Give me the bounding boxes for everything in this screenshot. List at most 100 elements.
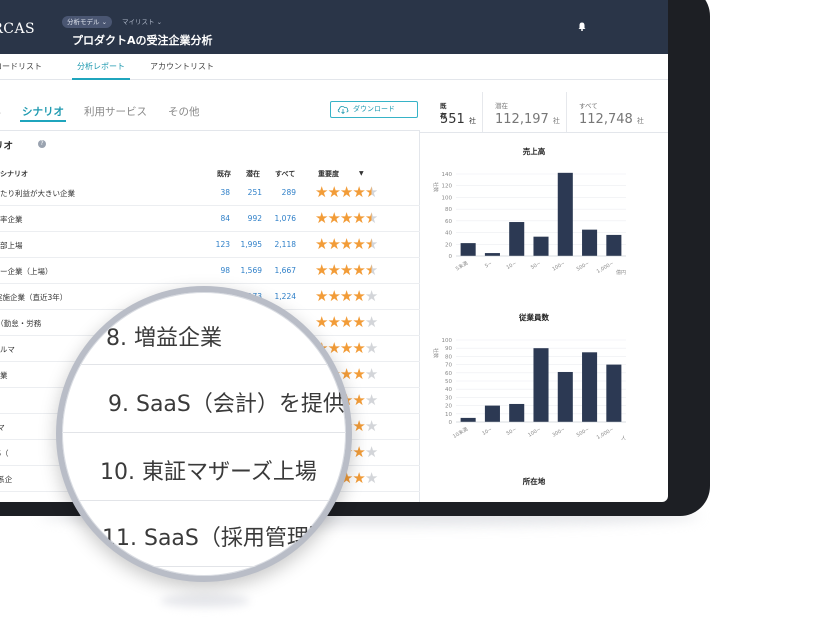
bar bbox=[533, 348, 549, 422]
lens-line: 9. SaaS（会計）を提供 bbox=[108, 392, 345, 417]
bar bbox=[484, 253, 500, 256]
count-all[interactable]: 2,118 bbox=[266, 240, 296, 249]
chart-title: 売上高 bbox=[522, 147, 546, 156]
bar bbox=[484, 405, 500, 422]
count-existing[interactable]: 84 bbox=[200, 214, 230, 223]
star-icon: ★ bbox=[352, 183, 365, 201]
lens-line: 10. 東証マザーズ上場 bbox=[100, 460, 317, 485]
cloud-download-icon bbox=[337, 106, 349, 114]
y-tick-label: 60 bbox=[445, 371, 452, 377]
x-tick-label: 5未満 bbox=[454, 260, 469, 273]
table-row[interactable]: 3. 東証一部上場1231,9952,118★★★★★ bbox=[0, 232, 420, 258]
subtab-industry[interactable]: 業界 bbox=[0, 104, 1, 119]
bar bbox=[509, 222, 525, 256]
stat-potential: 潜在 112,197 社 bbox=[482, 92, 566, 132]
column-header-all[interactable]: すべて bbox=[275, 169, 295, 179]
bar bbox=[582, 229, 598, 256]
tab-upload-list[interactable]: アップロードリスト bbox=[0, 61, 42, 72]
scenario-name: 12. 外資系企 bbox=[0, 475, 13, 484]
y-tick-label: 100 bbox=[442, 195, 453, 201]
x-axis-label: 億円 bbox=[616, 269, 626, 276]
bar bbox=[460, 417, 476, 422]
lens-divider bbox=[62, 364, 346, 365]
column-header-existing[interactable]: 既存 bbox=[217, 169, 231, 179]
column-header-importance[interactable]: 重要度 bbox=[318, 169, 339, 179]
importance-rating: ★★★★★ bbox=[315, 313, 378, 331]
column-header-potential[interactable]: 潜在 bbox=[246, 169, 260, 179]
star-icon: ★ bbox=[327, 287, 340, 305]
y-tick-label: 20 bbox=[445, 242, 452, 248]
x-tick-label: 100~ bbox=[551, 261, 566, 273]
count-potential[interactable]: 992 bbox=[232, 214, 262, 223]
analysis-model-dropdown[interactable]: 分析モデル ⌄ bbox=[62, 16, 113, 28]
count-all[interactable]: 1,076 bbox=[266, 214, 296, 223]
star-icon: ★ bbox=[364, 183, 378, 201]
x-tick-label: 10未満 bbox=[451, 426, 469, 440]
count-potential[interactable]: 251 bbox=[232, 188, 262, 197]
stat-value: 112,748 社 bbox=[579, 112, 644, 127]
star-icon: ★ bbox=[364, 443, 378, 461]
stat-label: すべて bbox=[579, 102, 598, 110]
mylist-dropdown[interactable]: マイリスト ⌄ bbox=[122, 16, 162, 28]
revenue-chart: 売上高 0 20 40 60 80 100 120 140 社数 5未満 5~ 10~ 50~ 100~ 5… bbox=[426, 146, 646, 296]
scenario-name: 3. 東証一部上場 bbox=[0, 241, 23, 250]
app-header: FORCAS 分析モデル ⌄ マイリスト ⌄ プロダクトAの受注企業分析 bbox=[0, 0, 668, 54]
table-row[interactable]: 4. オーナー企業（上場）981,5691,667★★★★★ bbox=[0, 258, 420, 284]
count-all[interactable]: 1,667 bbox=[266, 266, 296, 275]
stat-label: 潜在 bbox=[495, 102, 508, 110]
star-icon: ★ bbox=[339, 209, 353, 227]
y-tick-label: 100 bbox=[442, 338, 453, 344]
x-tick-label: 500~ bbox=[576, 427, 591, 439]
y-tick-label: 120 bbox=[442, 184, 453, 190]
table-row[interactable]: 2. 高利益率企業849921,076★★★★★ bbox=[0, 206, 420, 232]
y-tick-label: 10 bbox=[445, 412, 452, 418]
count-existing[interactable]: 98 bbox=[200, 266, 230, 275]
bar bbox=[557, 172, 573, 256]
help-icon[interactable]: ? bbox=[38, 140, 46, 148]
y-tick-label: 140 bbox=[442, 172, 453, 178]
star-icon: ★ bbox=[315, 235, 328, 253]
star-icon: ★ bbox=[352, 443, 365, 461]
scenario-name: 11. SaaS（ bbox=[0, 449, 9, 458]
y-tick-label: 40 bbox=[445, 231, 452, 237]
star-icon: ★ bbox=[364, 417, 378, 435]
company-stats: 既存 551 社 潜在 112,197 社 すべて 112,748 社 bbox=[420, 92, 668, 132]
importance-rating: ★★★★★ bbox=[315, 183, 378, 201]
importance-rating: ★★★★★ bbox=[315, 261, 378, 279]
star-icon: ★ bbox=[315, 287, 328, 305]
tab-analysis-report[interactable]: 分析レポート bbox=[77, 61, 125, 72]
main-nav: アップロードリスト 分析レポート アカウントリスト bbox=[0, 54, 668, 80]
bell-icon[interactable] bbox=[578, 22, 586, 31]
star-icon: ★ bbox=[327, 209, 340, 227]
y-tick-label: 90 bbox=[445, 346, 452, 352]
subtab-other[interactable]: その他 bbox=[168, 104, 200, 119]
tab-account-list[interactable]: アカウントリスト bbox=[150, 61, 214, 72]
sort-desc-icon[interactable]: ▼ bbox=[359, 170, 364, 177]
count-existing[interactable]: 123 bbox=[200, 240, 230, 249]
star-icon: ★ bbox=[327, 235, 340, 253]
star-icon: ★ bbox=[327, 183, 340, 201]
y-tick-label: 0 bbox=[449, 420, 453, 426]
count-potential[interactable]: 1,995 bbox=[232, 240, 262, 249]
star-icon: ★ bbox=[364, 287, 378, 305]
subtab-scenario[interactable]: シナリオ bbox=[22, 104, 64, 119]
star-icon: ★ bbox=[364, 235, 378, 253]
active-subtab-indicator bbox=[20, 120, 66, 122]
count-all[interactable]: 1,224 bbox=[266, 292, 296, 301]
count-potential[interactable]: 1,569 bbox=[232, 266, 262, 275]
table-row[interactable]: 1. 一人あたり利益が大きい企業38251289★★★★★ bbox=[0, 180, 420, 206]
count-existing[interactable]: 38 bbox=[200, 188, 230, 197]
star-icon: ★ bbox=[352, 209, 365, 227]
subtab-services[interactable]: 利用サービス bbox=[84, 104, 147, 119]
download-button[interactable]: ダウンロード bbox=[330, 101, 418, 118]
star-icon: ★ bbox=[339, 235, 353, 253]
bar bbox=[606, 234, 622, 256]
y-tick-label: 20 bbox=[445, 404, 452, 410]
magnifier-lens: 8. 増益企業 9. SaaS（会計）を提供 10. 東証マザーズ上場 11. … bbox=[56, 286, 352, 582]
star-icon: ★ bbox=[352, 313, 365, 331]
count-all[interactable]: 289 bbox=[266, 188, 296, 197]
lens-line: 8. 増益企業 bbox=[106, 326, 222, 351]
star-icon: ★ bbox=[352, 261, 365, 279]
lens-divider bbox=[62, 566, 346, 567]
scenario-name: 7. デジタルマ bbox=[0, 345, 15, 354]
